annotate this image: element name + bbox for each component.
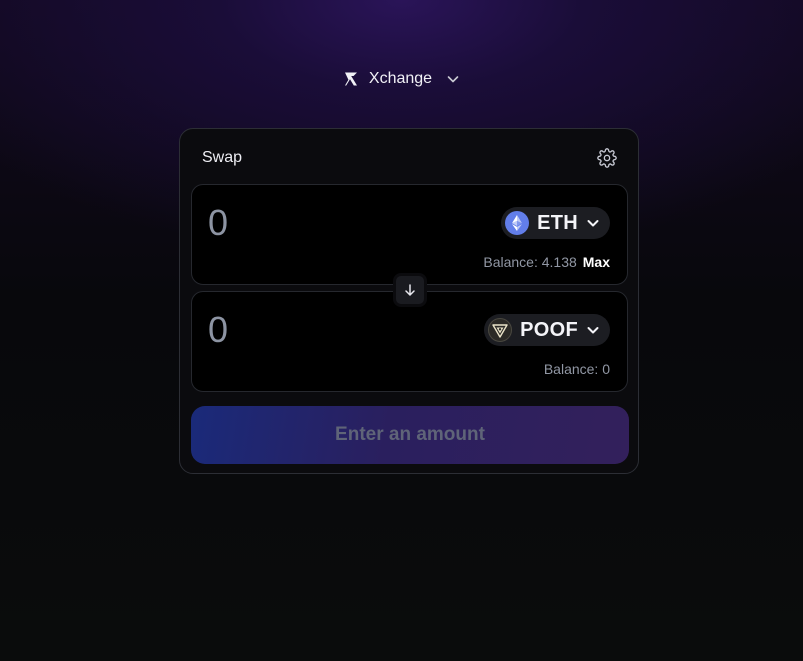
chevron-down-icon bbox=[446, 72, 460, 86]
poof-token-icon bbox=[488, 318, 513, 342]
to-balance-row: Balance: 0 bbox=[544, 361, 610, 377]
brand-selector[interactable]: Xchange bbox=[0, 70, 803, 88]
brand-name: Xchange bbox=[368, 70, 433, 87]
enter-amount-button[interactable]: Enter an amount bbox=[191, 406, 629, 464]
max-button[interactable]: Max bbox=[583, 254, 610, 270]
chevron-down-icon bbox=[586, 323, 600, 337]
chevron-down-icon bbox=[586, 216, 600, 230]
switch-direction-button[interactable] bbox=[393, 273, 427, 307]
swap-header: Swap bbox=[180, 129, 638, 187]
from-token-selector[interactable]: ETH bbox=[501, 207, 610, 239]
to-token-selector[interactable]: POOF bbox=[484, 314, 610, 346]
to-token-label: POOF bbox=[520, 318, 578, 341]
from-balance: Balance: 4.138 bbox=[483, 254, 577, 270]
swap-title: Swap bbox=[202, 149, 243, 166]
from-token-label: ETH bbox=[537, 211, 578, 234]
from-amount-input[interactable] bbox=[208, 203, 408, 243]
xchange-logo-icon bbox=[343, 71, 359, 87]
swap-card: Swap ETH bbox=[179, 128, 639, 474]
from-balance-row: Balance: 4.138 Max bbox=[483, 254, 610, 270]
gear-icon[interactable] bbox=[597, 148, 617, 168]
to-amount-input[interactable] bbox=[208, 310, 408, 350]
from-token-panel: ETH Balance: 4.138 Max bbox=[191, 184, 628, 285]
ethereum-icon bbox=[505, 211, 530, 235]
to-balance: Balance: 0 bbox=[543, 361, 610, 377]
arrow-down-icon bbox=[403, 283, 417, 297]
